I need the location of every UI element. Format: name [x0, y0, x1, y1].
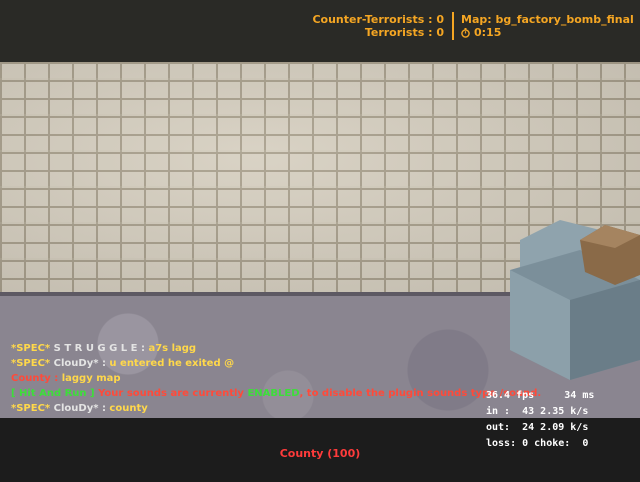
chat-player-name: County :: [11, 373, 59, 384]
chat-line: *SPEC* ClouDy* : county: [11, 401, 541, 416]
chat-message: laggy map: [58, 373, 121, 384]
chat-prefix: *SPEC*: [11, 343, 51, 354]
chat-message: county: [105, 403, 148, 414]
score-divider: [452, 12, 454, 40]
net-graph: 36.4 fps 34 ms in : 43 2.35 k/s out: 24 …: [486, 388, 594, 452]
timer-value: 0:15: [474, 26, 502, 39]
chat-message: a7s lagg: [144, 343, 197, 354]
chat-player-name: ClouDy* :: [50, 403, 106, 414]
team-scores: Counter-Terrorists : 0 Terrorists : 0: [312, 13, 444, 39]
chat-message: u entered he exited @: [105, 358, 235, 369]
ct-score: Counter-Terrorists : 0: [312, 13, 444, 26]
t-score: Terrorists : 0: [364, 26, 444, 39]
chat-player-name: ClouDy* :: [50, 358, 106, 369]
chat-player-name: S T R U G G L E :: [50, 343, 145, 354]
fps-readout: 36.4 fps 34 ms: [486, 390, 595, 401]
chat-prefix: *SPEC*: [11, 358, 51, 369]
chat-line: County : laggy map: [11, 371, 541, 386]
map-name: Map: bg_factory_bomb_final: [461, 13, 634, 26]
game-viewport: Counter-Terrorists : 0 Terrorists : 0 Ma…: [0, 0, 640, 482]
plugin-status: ENABLED: [247, 388, 300, 399]
out-readout: out: 24 2.09 k/s: [486, 422, 589, 433]
stopwatch-icon: [461, 27, 470, 38]
chat-line: [ Hit And Run ] Your sounds are currentl…: [11, 386, 541, 401]
chat-line: *SPEC* S T R U G G L E : a7s lagg: [11, 341, 541, 356]
spectated-player-health: County (100): [279, 447, 361, 460]
plugin-message: Your sounds are currently: [94, 388, 248, 399]
chat-log: *SPEC* S T R U G G L E : a7s lagg *SPEC*…: [11, 341, 541, 416]
map-info: Map: bg_factory_bomb_final 0:15: [461, 13, 634, 39]
round-timer: 0:15: [461, 26, 634, 39]
in-readout: in : 43 2.35 k/s: [486, 406, 589, 417]
plugin-tag: [ Hit And Run ]: [11, 388, 95, 399]
chat-line: *SPEC* ClouDy* : u entered he exited @: [11, 356, 541, 371]
chat-prefix: *SPEC*: [11, 403, 51, 414]
